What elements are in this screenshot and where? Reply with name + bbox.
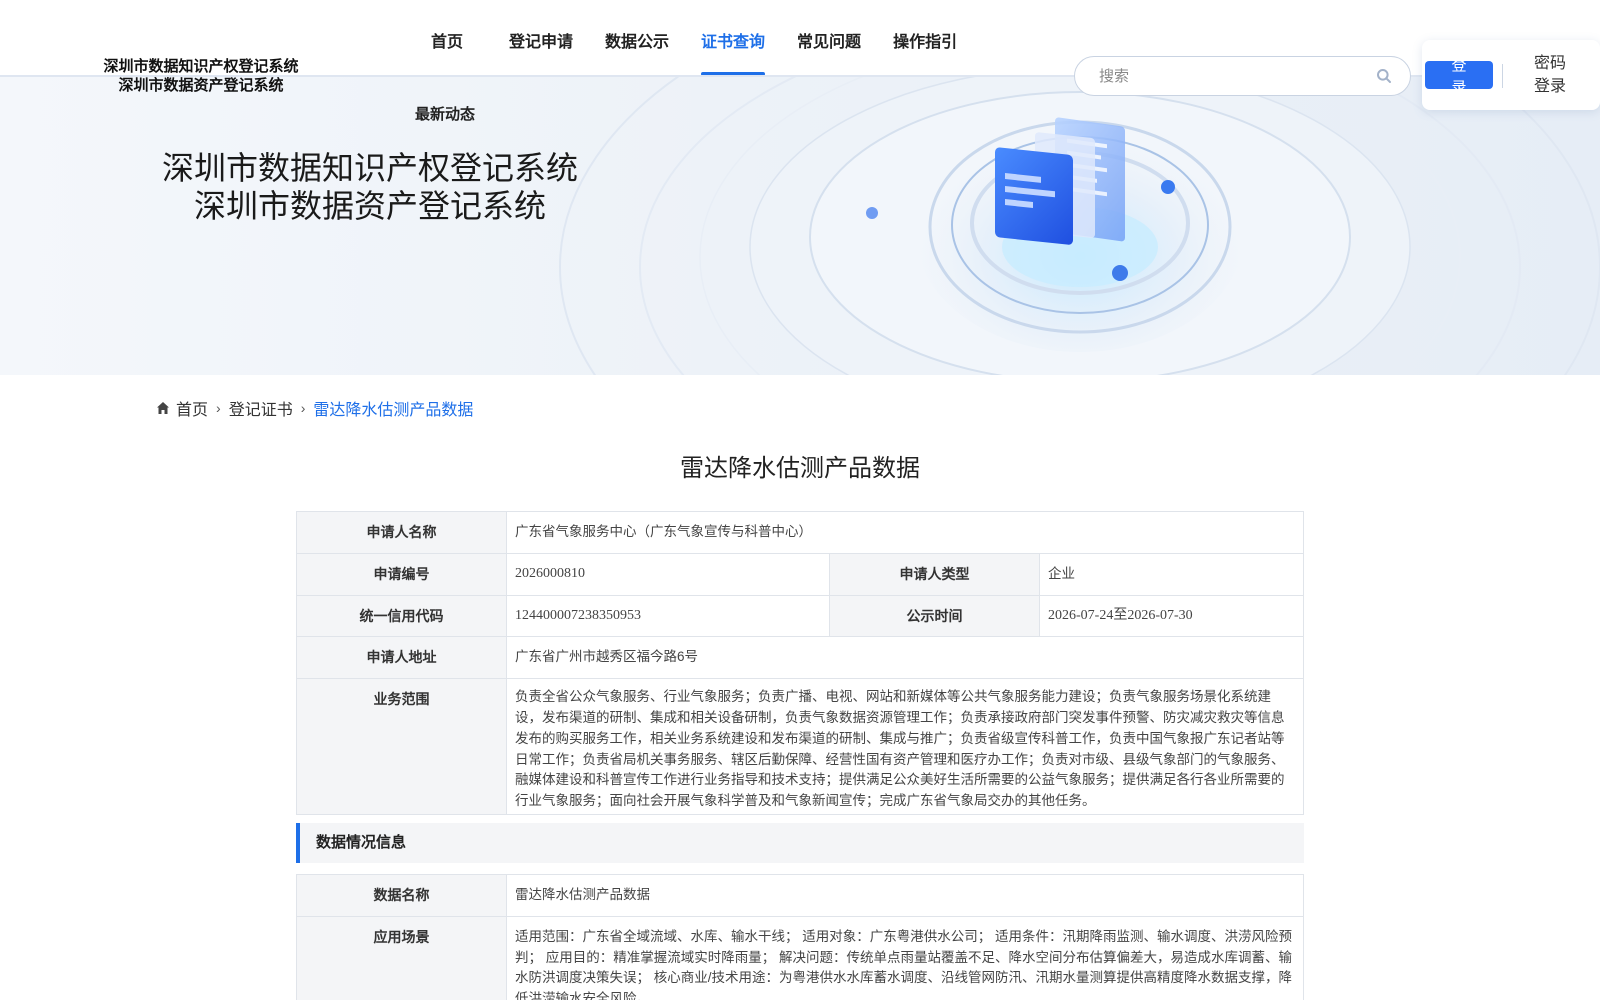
main-nav: 首页 登记申请 数据公示 证书查询 常见问题 操作指引 [415, 0, 957, 76]
data-name-value: 雷达降水估测产品数据 [506, 874, 1304, 917]
publish-time-value: 2026-07-24至2026-07-30 [1039, 594, 1304, 638]
table-row: 应用场景 适用范围：广东省全域流域、水库、输水干线； 适用对象：广东粤港供水公司… [296, 915, 1304, 1000]
chevron-right-icon: › [300, 400, 306, 416]
nav-registration-apply[interactable]: 登记申请 [509, 0, 573, 76]
chevron-right-icon: › [216, 400, 221, 416]
applicant-type-label: 申请人类型 [829, 552, 1040, 596]
search-input[interactable] [1099, 65, 1359, 87]
home-icon [157, 402, 169, 414]
business-scope-value: 负责全省公众气象服务、行业气象服务；负责广播、电视、网站和新媒体等公共气象服务能… [506, 678, 1304, 815]
nav-faq[interactable]: 常见问题 [797, 0, 861, 76]
table-row: 业务范围 负责全省公众气象服务、行业气象服务；负责广播、电视、网站和新媒体等公共… [296, 678, 1304, 815]
nav-data-publicity[interactable]: 数据公示 [605, 0, 669, 76]
banner-illustration [559, 77, 1600, 375]
table-row: 数据名称 雷达降水估测产品数据 [296, 874, 1304, 917]
applicant-info-table: 申请人名称 广东省气象服务中心（广东气象宣传与科普中心） 申请编号 202600… [296, 511, 1304, 815]
hero-banner: 最新动态 深圳市数据知识产权登记系统 深圳市数据资产登记系统 [0, 77, 1600, 375]
login-divider [1502, 64, 1503, 88]
credit-code-label: 统一信用代码 [296, 594, 507, 638]
breadcrumb: 首页 › 登记证书 › 雷达降水估测产品数据 [156, 396, 473, 420]
nav-home[interactable]: 首页 [431, 0, 469, 76]
data-info-table: 数据名称 雷达降水估测产品数据 应用场景 适用范围：广东省全域流域、水库、输水干… [296, 874, 1304, 1000]
table-row: 申请人名称 广东省气象服务中心（广东气象宣传与科普中心） [296, 511, 1304, 554]
login-button[interactable]: 登录 [1425, 61, 1493, 89]
applicant-type-value: 企业 [1039, 552, 1304, 596]
application-number-value: 2026000810 [506, 552, 830, 596]
table-row: 申请人地址 广东省广州市越秀区福今路6号 [296, 636, 1304, 680]
breadcrumb-home[interactable]: 首页 [176, 396, 208, 420]
table-row: 申请编号 2026000810 申请人类型 企业 [296, 552, 1304, 596]
logo-line-2: 深圳市数据资产登记系统 [118, 77, 284, 94]
applicant-name-value: 广东省气象服务中心（广东气象宣传与科普中心） [506, 511, 1304, 554]
breadcrumb-current: 雷达降水估测产品数据 [313, 402, 474, 419]
credit-code-value: 124400007238350953 [506, 594, 830, 638]
applicant-address-label: 申请人地址 [296, 636, 507, 680]
nav-operation-guide[interactable]: 操作指引 [893, 0, 957, 76]
application-number-label: 申请编号 [296, 552, 507, 596]
breadcrumb-certificates[interactable]: 登记证书 [229, 396, 293, 420]
application-scenario-label: 应用场景 [296, 915, 507, 1000]
logo-line-1: 深圳市数据知识产权登记系统 [103, 58, 299, 75]
news-link[interactable]: 最新动态 [415, 103, 475, 124]
search-icon[interactable] [1376, 68, 1392, 84]
login-button-label: 登录 [1451, 61, 1467, 89]
applicant-address-value: 广东省广州市越秀区福今路6号 [506, 636, 1304, 680]
search-box [1074, 56, 1411, 96]
publish-time-label: 公示时间 [829, 594, 1040, 638]
login-panel: 登录 密码登录 [1422, 40, 1600, 110]
application-scenario-value: 适用范围：广东省全域流域、水库、输水干线； 适用对象：广东粤港供水公司； 适用条… [506, 915, 1304, 1000]
nav-certificate-query[interactable]: 证书查询 [701, 0, 766, 76]
data-name-label: 数据名称 [296, 874, 507, 917]
applicant-name-label: 申请人名称 [296, 511, 507, 554]
business-scope-label: 业务范围 [296, 678, 507, 815]
page-title: 雷达降水估测产品数据 [680, 455, 920, 482]
password-login-link[interactable]: 密码登录 [1530, 52, 1570, 98]
data-info-section-header: 数据情况信息 [296, 823, 1304, 863]
table-row: 统一信用代码 124400007238350953 公示时间 2026-07-2… [296, 594, 1304, 638]
